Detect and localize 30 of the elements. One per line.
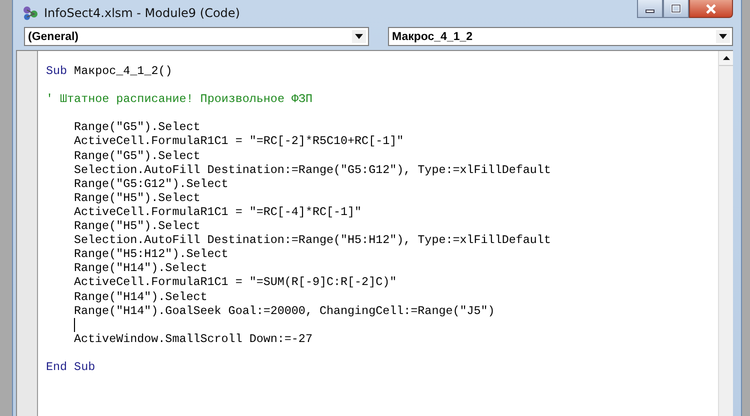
code-line: Sub Макрос_4_1_2() [46, 64, 174, 78]
minimize-button[interactable] [637, 0, 663, 18]
close-button[interactable] [689, 0, 733, 18]
maximize-icon [671, 4, 681, 14]
maximize-button[interactable] [663, 0, 689, 18]
code-comment: ' Штатное расписание! Произвольное ФЗП [46, 92, 314, 106]
code-line: ActiveCell.FormulaR1C1 = "=RC[-4]*RC[-1]" [73, 204, 363, 220]
code-line: End Sub [46, 360, 96, 374]
close-icon [705, 4, 717, 14]
code-line: ActiveCell.FormulaR1C1 = "=SUM(R[-9]C:R[-2]C)" [73, 275, 398, 290]
window-title: InfoSect4.xlsm - Module9 (Code) [44, 6, 241, 20]
text-cursor [74, 318, 75, 332]
code-line: Range("H14").Select [73, 261, 208, 276]
code-line: Range("G5:G12").Select [73, 176, 230, 191]
code-line: Selection.AutoFill Destination:=Range("H5:H12"), Type:=xlFillDefault [73, 233, 552, 248]
code-line: Selection.AutoFill Destination:=Range("G5:G12"), Type:=xlFillDefault [73, 162, 552, 177]
code-line: ActiveWindow.SmallScroll Down:=-27 [73, 332, 314, 346]
code-editor[interactable] [38, 51, 718, 416]
module-icon [22, 4, 40, 20]
code-line: Range("H5").Select [73, 190, 202, 205]
code-line: Range("H5").Select [73, 219, 202, 234]
code-line: Range("H14").GoalSeek Goal:=20000, ChangingCell:=Range("J5") [73, 304, 496, 318]
code-line: Range("G5").Select [73, 120, 202, 134]
code-line: Range("H14").Select [73, 290, 208, 304]
procedure-dropdown[interactable]: Макрос_4_1_2 [388, 27, 733, 46]
object-dropdown[interactable]: (General) [24, 27, 369, 46]
code-line: Range("H5:H12").Select [73, 247, 230, 262]
code-line: Range("G5").Select [73, 148, 202, 163]
vertical-scrollbar[interactable] [718, 51, 733, 416]
code-line: ActiveCell.FormulaR1C1 = "=RC[-2]*R5C10+RC[-1]" [73, 134, 405, 149]
